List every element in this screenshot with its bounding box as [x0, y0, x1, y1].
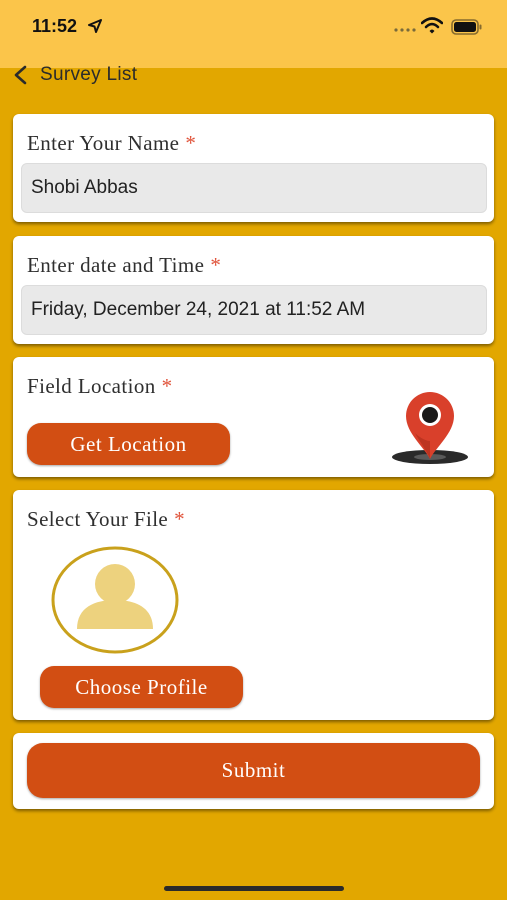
name-label-text: Enter Your Name [27, 131, 180, 155]
chevron-left-icon [14, 65, 27, 85]
datetime-card: Enter date and Time * Friday, December 24… [13, 236, 494, 344]
location-label: Field Location * [27, 374, 173, 399]
required-mark: * [185, 131, 197, 155]
datetime-label-text: Enter date and Time [27, 253, 205, 277]
back-button[interactable]: Survey List [12, 62, 137, 88]
home-indicator[interactable] [164, 886, 344, 891]
datetime-input[interactable]: Friday, December 24, 2021 at 11:52 AM [21, 285, 487, 335]
file-card: Select Your File * Choose Profile [13, 490, 494, 720]
submit-card: Submit [13, 733, 494, 809]
datetime-label: Enter date and Time * [27, 253, 221, 278]
signal-dots-icon [394, 28, 416, 32]
status-bar: 11:52 [0, 0, 507, 68]
file-label-text: Select Your File [27, 507, 169, 531]
name-label: Enter Your Name * [27, 131, 196, 156]
map-pin-icon[interactable] [391, 391, 471, 467]
required-mark: * [174, 507, 186, 531]
status-time: 11:52 [32, 16, 78, 36]
required-mark: * [210, 253, 222, 277]
back-label: Survey List [40, 64, 138, 85]
location-card: Field Location * Get Location [13, 357, 494, 477]
battery-icon [451, 19, 482, 35]
wifi-icon [421, 17, 443, 34]
get-location-button[interactable]: Get Location [27, 423, 230, 465]
location-label-text: Field Location [27, 374, 156, 398]
submit-button[interactable]: Submit [27, 743, 480, 798]
location-arrow-icon [88, 19, 102, 33]
required-mark: * [161, 374, 173, 398]
choose-profile-button[interactable]: Choose Profile [40, 666, 243, 708]
name-card: Enter Your Name * Shobi Abbas [13, 114, 494, 222]
person-placeholder-icon[interactable] [49, 545, 181, 655]
file-label: Select Your File * [27, 507, 185, 532]
name-input[interactable]: Shobi Abbas [21, 163, 487, 213]
